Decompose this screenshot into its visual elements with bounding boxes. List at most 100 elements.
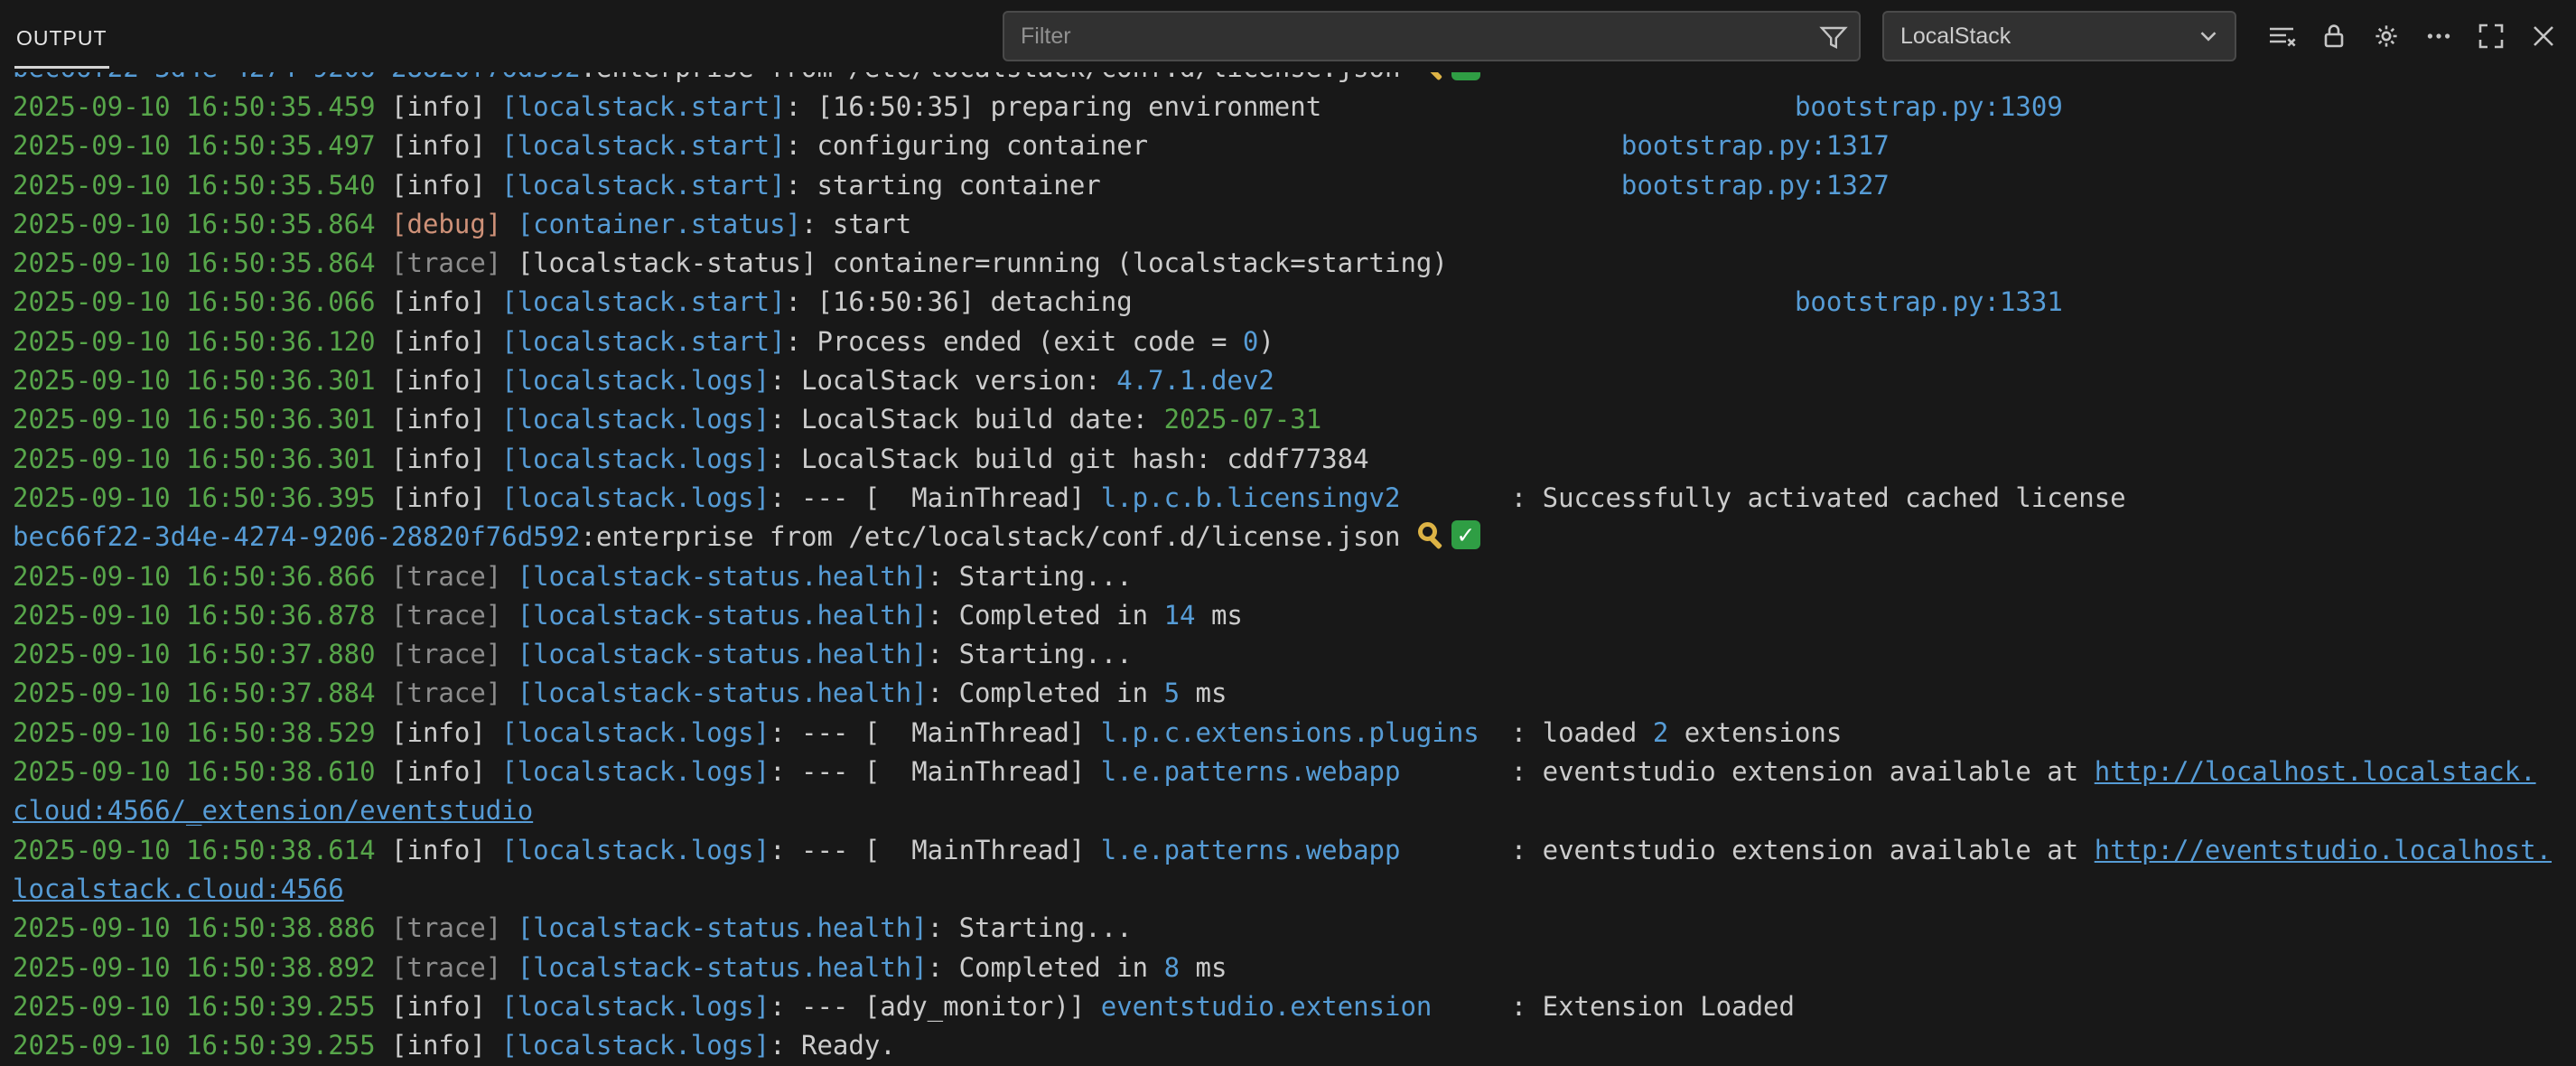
log-row: localstack.cloud:4566 <box>13 870 2576 909</box>
log-segment-num: 8 <box>1164 952 1180 983</box>
gear-icon[interactable] <box>2363 13 2410 60</box>
log-segment-txt <box>501 952 517 983</box>
log-segment-tag: [localstack.start] <box>501 286 785 317</box>
log-row: 2025-09-10 16:50:35.864 [trace] [localst… <box>13 244 2576 283</box>
log-segment-ts: 2025-09-10 16:50:35.864 <box>13 248 391 278</box>
check-emoji-icon <box>1451 520 1480 549</box>
log-segment-num: 4.7.1.dev2 <box>1116 365 1274 396</box>
log-spacer <box>1400 835 1510 865</box>
log-segment-txt <box>501 678 517 708</box>
log-row: 2025-09-10 16:50:37.880 [trace] [localst… <box>13 635 2576 674</box>
log-segment-info: [info] <box>391 717 486 748</box>
log-segment-tag: [localstack.start] <box>501 326 785 357</box>
log-segment-info: [info] <box>391 1030 486 1061</box>
more-actions-icon[interactable] <box>2415 13 2462 60</box>
log-segment-txt <box>501 561 517 592</box>
log-segment-txt: : eventstudio extension available at <box>1511 756 2095 787</box>
log-segment-trace: [trace] <box>391 639 501 669</box>
log-segment-ts: 2025-09-10 16:50:35.864 <box>13 209 391 239</box>
output-log[interactable]: bec66f22-3d4e-4274-9206-28820f76d592:ent… <box>0 72 2576 1066</box>
log-row: 2025-09-10 16:50:35.497 [info] [localsta… <box>13 126 2576 165</box>
log-segment-debug: [debug] <box>391 209 501 239</box>
log-segment-tag: [localstack.logs] <box>501 991 770 1022</box>
log-segment-tag: [localstack.logs] <box>501 365 770 396</box>
log-segment-ts: 2025-09-10 16:50:36.878 <box>13 600 391 631</box>
log-segment-num: 2 <box>1653 717 1668 748</box>
lock-icon[interactable] <box>2310 13 2357 60</box>
log-segment-txt: :enterprise from /etc/localstack/conf.d/… <box>581 72 1416 83</box>
log-link-source[interactable]: bootstrap.py:1331 <box>1795 286 2063 317</box>
maximize-panel-icon[interactable] <box>2468 13 2515 60</box>
log-segment-txt <box>501 600 517 631</box>
panel-actions <box>2258 13 2567 60</box>
log-link-source[interactable]: bootstrap.py:1309 <box>1795 91 2063 122</box>
log-segment-tag: [localstack.logs] <box>501 444 770 474</box>
log-segment-txt: : --- [ady_monitor)] <box>770 991 1101 1022</box>
log-segment-tag: [localstack.logs] <box>501 756 770 787</box>
log-segment-txt: : [16:50:35] preparing environment <box>786 91 1322 122</box>
log-link-url[interactable]: cloud:4566/_extension/eventstudio <box>13 795 533 826</box>
log-segment-txt: : Completed in <box>928 678 1164 708</box>
log-link-url[interactable]: localstack.cloud:4566 <box>13 874 344 904</box>
log-segment-tag: l.p.c.b.licensingv2 <box>1101 482 1401 513</box>
log-segment-ts: 2025-09-10 16:50:35.459 <box>13 91 391 122</box>
check-emoji-icon <box>1451 72 1480 80</box>
close-panel-icon[interactable] <box>2520 13 2567 60</box>
log-segment-txt: : configuring container <box>786 130 1149 161</box>
filter-icon[interactable] <box>1819 22 1848 51</box>
log-spacer <box>1148 130 1621 161</box>
log-segment-tag: [localstack-status.health] <box>518 600 928 631</box>
log-segment-txt <box>486 444 501 474</box>
log-row: 2025-09-10 16:50:35.864 [debug] [contain… <box>13 205 2576 244</box>
log-segment-txt <box>486 835 501 865</box>
log-segment-tag: eventstudio.extension <box>1101 991 1433 1022</box>
log-spacer <box>1101 170 1621 201</box>
log-row: 2025-09-10 16:50:36.395 [info] [localsta… <box>13 479 2576 518</box>
log-segment-txt: : [16:50:36] detaching <box>786 286 1133 317</box>
log-segment-txt <box>501 209 517 239</box>
output-channel-value: LocalStack <box>1900 23 2011 50</box>
log-segment-txt: : Process ended (exit code = <box>786 326 1243 357</box>
log-segment-trace: [trace] <box>391 600 501 631</box>
log-segment-ts: 2025-09-10 16:50:37.884 <box>13 678 391 708</box>
log-segment-ts: 2025-09-10 16:50:36.301 <box>13 365 391 396</box>
log-segment-txt <box>486 365 501 396</box>
log-segment-tag: l.e.patterns.webapp <box>1101 835 1401 865</box>
log-row: 2025-09-10 16:50:36.301 [info] [localsta… <box>13 440 2576 479</box>
log-segment-info: [info] <box>391 756 486 787</box>
log-segment-trace: [trace] <box>391 952 501 983</box>
log-link-source[interactable]: bootstrap.py:1317 <box>1621 130 1890 161</box>
log-segment-info: [info] <box>391 991 486 1022</box>
log-link-url[interactable]: http://localhost.localstack. <box>2095 756 2536 787</box>
log-row: 2025-09-10 16:50:35.540 [info] [localsta… <box>13 166 2576 205</box>
log-segment-info: [info] <box>391 170 486 201</box>
log-spacer <box>1400 482 1510 513</box>
log-segment-tag: [localstack.logs] <box>501 482 770 513</box>
log-segment-ts: 2025-09-10 16:50:36.301 <box>13 404 391 435</box>
log-segment-txt <box>486 756 501 787</box>
log-segment-info: [info] <box>391 130 486 161</box>
log-segment-tag: l.e.patterns.webapp <box>1101 756 1401 787</box>
log-segment-info: [info] <box>391 482 486 513</box>
log-segment-txt: : eventstudio extension available at <box>1511 835 2095 865</box>
output-channel-select[interactable]: LocalStack <box>1882 11 2236 61</box>
log-segment-txt <box>486 404 501 435</box>
log-segment-txt <box>486 170 501 201</box>
filter-input[interactable] <box>1019 23 1819 51</box>
tab-output[interactable]: OUTPUT <box>14 12 109 69</box>
log-row: 2025-09-10 16:50:38.892 [trace] [localst… <box>13 949 2576 987</box>
log-row: 2025-09-10 16:50:38.886 [trace] [localst… <box>13 909 2576 948</box>
log-segment-tag: [localstack.start] <box>501 170 785 201</box>
log-segment-txt: ) <box>1258 326 1274 357</box>
log-segment-txt: : LocalStack version: <box>770 365 1116 396</box>
log-segment-txt <box>501 912 517 943</box>
log-segment-ts: 2025-09-10 16:50:37.880 <box>13 639 391 669</box>
log-segment-txt: : Extension Loaded <box>1511 991 1795 1022</box>
log-link-url[interactable]: http://eventstudio.localhost. <box>2095 835 2552 865</box>
log-segment-tag: [localstack-status.health] <box>518 561 928 592</box>
log-link-source[interactable]: bootstrap.py:1327 <box>1621 170 1890 201</box>
log-segment-txt: : --- [ MainThread] <box>770 482 1101 513</box>
log-segment-ts: 2025-09-10 16:50:36.066 <box>13 286 391 317</box>
log-segment-txt: : loaded <box>1511 717 1653 748</box>
clear-output-icon[interactable] <box>2258 13 2305 60</box>
